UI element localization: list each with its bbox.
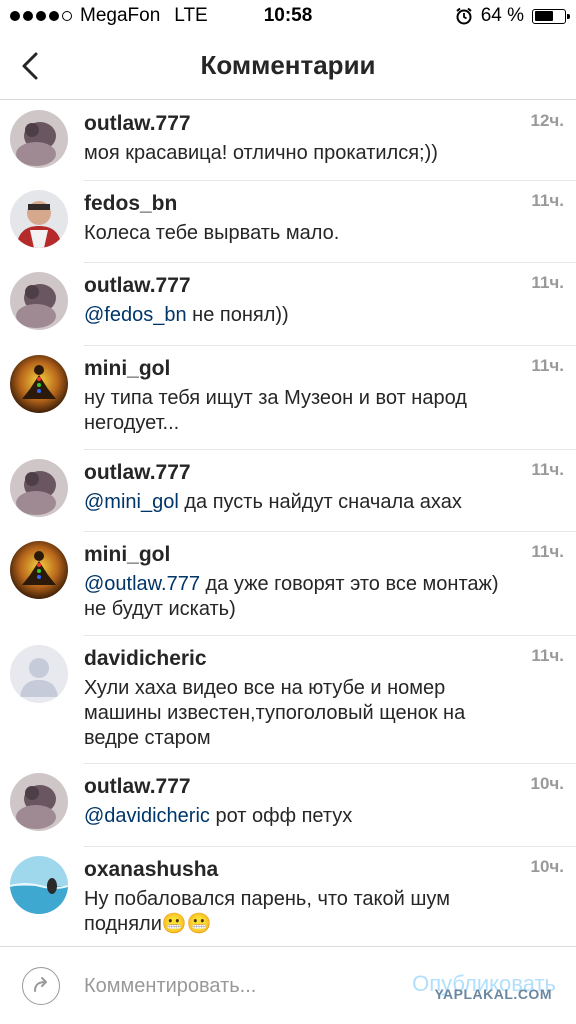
comment-row[interactable]: outlaw.777 @fedos_bn не понял)) 11ч. [10, 263, 576, 346]
avatar[interactable] [10, 272, 68, 330]
comment-row[interactable]: outlaw.777 @davidicheric рот офф петух 10ч… [10, 764, 576, 847]
page-title: Комментарии [200, 50, 376, 80]
comment-username[interactable]: oxanashusha [84, 857, 506, 883]
comment-row[interactable]: davidicheric Хули хаха видео все на ютубе… [10, 636, 576, 764]
comment-row[interactable]: fedos_bn Колеса тебе вырвать мало. 11ч. [10, 181, 576, 263]
status-bar: MegaFon LTE 10:58 64 % [0, 0, 576, 32]
comment-body: davidicheric Хули хаха видео все на ютубе… [84, 636, 576, 751]
comment-body: outlaw.777 моя красавица! отлично прокати… [84, 101, 576, 166]
comment-row[interactable]: mini_gol @outlaw.777 да уже говорят это в… [10, 532, 576, 636]
avatar[interactable] [10, 773, 68, 831]
avatar[interactable] [10, 645, 68, 703]
comment-body: oxanashusha Ну побаловался парень, что та… [84, 847, 576, 937]
comment-text: Колеса тебе вырвать мало. [84, 221, 506, 246]
comment-body: outlaw.777 @mini_gol да пусть найдут снач… [84, 450, 576, 515]
avatar[interactable] [10, 541, 68, 599]
comment-body: fedos_bn Колеса тебе вырвать мало. [84, 181, 576, 246]
comment-message: да пусть найдут сначала ахах [178, 491, 462, 513]
battery-level [534, 11, 554, 21]
comment-mention-link[interactable]: @davidicheric [84, 805, 210, 827]
comment-timestamp: 11ч. [531, 542, 564, 561]
comment-mention-link[interactable]: @mini_gol [84, 491, 179, 513]
comment-timestamp: 11ч. [531, 191, 564, 210]
comment-message: Хули хаха видео все на ютубе и номер маш… [84, 677, 466, 749]
comment-row[interactable]: mini_gol ну типа тебя ищут за Музеон и во… [10, 346, 576, 450]
comment-timestamp: 11ч. [531, 273, 564, 292]
comment-message: моя красавица! отлично прокатился;)) [84, 142, 438, 164]
comment-composer: Опубликовать YAPLAKAL.COM [0, 946, 576, 1024]
comment-text: Ну побаловался парень, что такой шум под… [84, 887, 506, 937]
comment-message: не понял)) [186, 304, 289, 326]
comment-text: @fedos_bn не понял)) [84, 303, 506, 328]
avatar[interactable] [10, 110, 68, 168]
status-right: 64 % [455, 5, 570, 27]
comment-input[interactable] [84, 971, 354, 1001]
comment-username[interactable]: mini_gol [84, 356, 506, 382]
battery-icon [532, 8, 570, 24]
comment-text: Хули хаха видео все на ютубе и номер маш… [84, 676, 506, 751]
comment-text: моя красавица! отлично прокатился;)) [84, 141, 506, 166]
avatar[interactable] [10, 459, 68, 517]
comment-username[interactable]: outlaw.777 [84, 460, 506, 486]
comment-mention-link[interactable]: @outlaw.777 [84, 573, 200, 595]
comment-body: mini_gol ну типа тебя ищут за Музеон и во… [84, 346, 576, 436]
comment-username[interactable]: outlaw.777 [84, 111, 506, 137]
comment-username[interactable]: outlaw.777 [84, 774, 506, 800]
comment-timestamp: 11ч. [531, 646, 564, 665]
comment-message: ну типа тебя ищут за Музеон и вот народ … [84, 387, 467, 434]
comment-timestamp: 11ч. [531, 356, 564, 375]
comment-username[interactable]: davidicheric [84, 646, 506, 672]
comment-text: @davidicheric рот офф петух [84, 804, 506, 829]
watermark: YAPLAKAL.COM [434, 986, 552, 1002]
comment-body: outlaw.777 @fedos_bn не понял)) [84, 263, 576, 328]
comment-timestamp: 11ч. [531, 460, 564, 479]
comment-timestamp: 12ч. [530, 111, 564, 130]
alarm-icon [456, 7, 472, 25]
comment-message: Колеса тебе вырвать мало. [84, 222, 340, 244]
comment-message: рот офф петух [209, 805, 353, 827]
comment-row[interactable]: outlaw.777 @mini_gol да пусть найдут снач… [10, 450, 576, 532]
comments-list: outlaw.777 моя красавица! отлично прокати… [0, 101, 576, 947]
comment-text: @mini_gol да пусть найдут сначала ахах [84, 490, 506, 515]
battery-percent: 64 % [480, 5, 524, 26]
comment-username[interactable]: mini_gol [84, 542, 506, 568]
comment-body: outlaw.777 @davidicheric рот офф петух [84, 764, 576, 829]
comment-timestamp: 10ч. [530, 857, 564, 876]
comment-username[interactable]: fedos_bn [84, 191, 506, 217]
comment-body: mini_gol @outlaw.777 да уже говорят это в… [84, 532, 576, 622]
comment-text: ну типа тебя ищут за Музеон и вот народ … [84, 386, 506, 436]
comment-text: @outlaw.777 да уже говорят это все монта… [84, 572, 506, 622]
avatar[interactable] [10, 856, 68, 914]
nav-bar: Комментарии [0, 32, 576, 100]
comment-message: Ну побаловался парень, что такой шум под… [84, 888, 450, 935]
comment-row[interactable]: outlaw.777 моя красавица! отлично прокати… [10, 101, 576, 181]
comment-username[interactable]: outlaw.777 [84, 273, 506, 299]
comment-timestamp: 10ч. [530, 774, 564, 793]
comment-mention-link[interactable]: @fedos_bn [84, 304, 187, 326]
avatar[interactable] [10, 190, 68, 248]
share-icon[interactable] [22, 967, 60, 1005]
avatar[interactable] [10, 355, 68, 413]
comment-row[interactable]: oxanashusha Ну побаловался парень, что та… [10, 847, 576, 947]
